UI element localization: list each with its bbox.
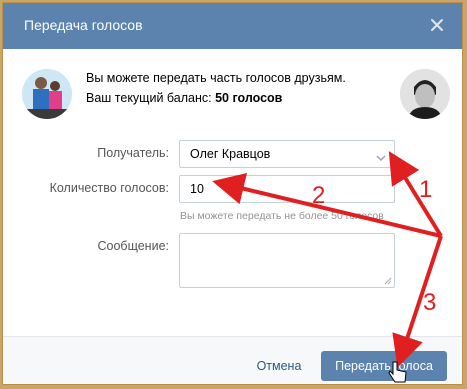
resize-handle-icon[interactable] <box>384 277 392 285</box>
chevron-down-icon <box>376 150 386 164</box>
recipient-label: Получатель: <box>97 146 169 160</box>
balance-value: 50 голосов <box>215 91 283 105</box>
dialog-footer: Отмена Передать голоса <box>3 336 462 384</box>
recipient-avatar <box>400 69 450 119</box>
dialog-title: Передача голосов <box>24 17 143 33</box>
recipient-value: Олег Кравцов <box>190 147 271 161</box>
transfer-votes-dialog: Передача голосов Вы можете передать част… <box>2 2 463 385</box>
quantity-hint: Вы можете передать не более 50 голосов <box>180 210 384 222</box>
info-text: Вы можете передать часть голосов друзьям… <box>86 71 346 85</box>
quantity-label: Количество голосов: <box>49 181 169 195</box>
balance-label: Ваш текущий баланс: <box>86 91 216 105</box>
recipient-select[interactable]: Олег Кравцов <box>179 140 395 168</box>
message-label: Сообщение: <box>97 239 170 253</box>
dialog-header: Передача голосов <box>3 3 462 49</box>
message-textarea[interactable] <box>179 233 395 288</box>
quantity-value: 10 <box>190 182 204 196</box>
sender-avatar <box>22 69 72 119</box>
submit-label: Передать голоса <box>335 359 433 373</box>
close-icon[interactable] <box>426 14 448 36</box>
balance-text: Ваш текущий баланс: 50 голосов <box>86 91 282 105</box>
quantity-input[interactable]: 10 <box>179 175 395 203</box>
submit-button[interactable]: Передать голоса <box>321 351 447 381</box>
cancel-button[interactable]: Отмена <box>239 359 319 373</box>
